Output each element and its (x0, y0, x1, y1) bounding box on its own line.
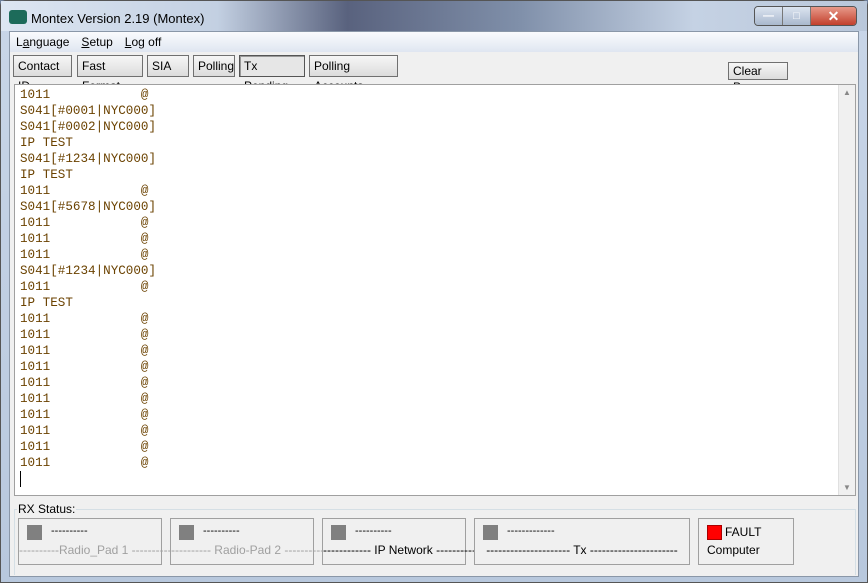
panel-name: ----------Radio_Pad 1 ---------- (19, 543, 172, 557)
rx-panel-tx: ------------- --------------------- Tx -… (474, 518, 690, 565)
window-title: Montex Version 2.19 (Montex) (31, 11, 205, 26)
menu-setup[interactable]: Setup (81, 35, 112, 49)
log-line: 1011 @ (20, 392, 149, 406)
log-line: S041[#1234|NYC000] (20, 152, 157, 166)
log-output[interactable]: 1011 @ S041[#0001|NYC000] S041[#0002|NYC00… (14, 84, 856, 496)
status-led-icon (179, 525, 194, 540)
tab-polling-accounts[interactable]: Polling Accounts (309, 55, 398, 93)
scroll-down-icon[interactable]: ▼ (843, 483, 851, 492)
panel-name: ---------- Radio-Pad 2 ---------- (171, 543, 325, 557)
log-line: IP TEST (20, 296, 73, 310)
tab-polling[interactable]: Polling (193, 55, 235, 77)
status-led-icon (483, 525, 498, 540)
panel-status: ---------- (203, 525, 240, 537)
log-line: S041[#0002|NYC000] (20, 120, 157, 134)
panel-status: ------------- (507, 525, 555, 537)
rx-panel-ip-network: ---------- ------------ IP Network -----… (322, 518, 477, 565)
clear-page-button[interactable]: Clear Page (728, 62, 788, 94)
panel-name: ------------ IP Network ---------- (323, 543, 477, 557)
tab-fast-format[interactable]: Fast Format (77, 55, 143, 93)
fault-led-icon (707, 525, 722, 540)
menu-language[interactable]: Language (16, 35, 69, 49)
log-text: 1011 @ S041[#0001|NYC000] S041[#0002|NYC00… (20, 87, 156, 471)
scroll-up-icon[interactable]: ▲ (843, 88, 851, 97)
rx-panel-radio-pad-2: ---------- ---------- Radio-Pad 2 ------… (170, 518, 325, 565)
log-line: 1011 @ (20, 424, 149, 438)
log-line: 1011 @ (20, 248, 149, 262)
log-line: 1011 @ (20, 408, 149, 422)
text-caret (20, 471, 21, 487)
menu-log-off[interactable]: Log off (125, 35, 162, 49)
tab-contact-id[interactable]: Contact ID (13, 55, 72, 93)
app-icon (9, 10, 27, 24)
close-button[interactable]: ✕ (811, 7, 856, 25)
panel-status: ---------- (51, 525, 88, 537)
maximize-button[interactable]: □ (783, 7, 811, 25)
log-line: 1011 @ (20, 328, 149, 342)
status-led-icon (331, 525, 346, 540)
log-line: 1011 @ (20, 184, 149, 198)
status-led-icon (27, 525, 42, 540)
vertical-scrollbar[interactable]: ▲ ▼ (838, 85, 855, 495)
log-line: 1011 @ (20, 216, 149, 230)
log-line: 1011 @ (20, 344, 149, 358)
tab-tx-pending[interactable]: Tx Pending (239, 55, 305, 93)
log-line: S041[#5678|NYC000] (20, 200, 157, 214)
menu-bar: Language Setup Log off (10, 32, 858, 52)
title-bar[interactable]: Montex Version 2.19 (Montex) — □ ✕ (1, 1, 867, 31)
rx-panel-radio-pad-1: ---------- ----------Radio_Pad 1 -------… (18, 518, 172, 565)
client-area: Language Setup Log off Contact ID Fast F… (9, 31, 859, 577)
rx-status-label: RX Status: (17, 502, 77, 516)
panel-name: Computer (707, 543, 760, 557)
log-line: 1011 @ (20, 280, 149, 294)
log-line: 1011 @ (20, 312, 149, 326)
log-line: 1011 @ (20, 88, 149, 102)
rx-panel-computer: FAULT Computer (698, 518, 794, 565)
panel-name: --------------------- Tx ---------------… (486, 543, 678, 557)
log-line: 1011 @ (20, 360, 149, 374)
log-line: 1011 @ (20, 440, 149, 454)
panel-status: ---------- (355, 525, 392, 537)
minimize-button[interactable]: — (755, 7, 783, 25)
log-line: IP TEST (20, 136, 73, 150)
log-line: S041[#0001|NYC000] (20, 104, 157, 118)
log-line: 1011 @ (20, 232, 149, 246)
log-line: S041[#1234|NYC000] (20, 264, 157, 278)
log-line: IP TEST (20, 168, 73, 182)
log-line: 1011 @ (20, 456, 149, 470)
app-window: Montex Version 2.19 (Montex) — □ ✕ Langu… (0, 0, 868, 583)
tab-sia[interactable]: SIA (147, 55, 189, 77)
panel-status: FAULT (725, 525, 762, 539)
log-line: 1011 @ (20, 376, 149, 390)
